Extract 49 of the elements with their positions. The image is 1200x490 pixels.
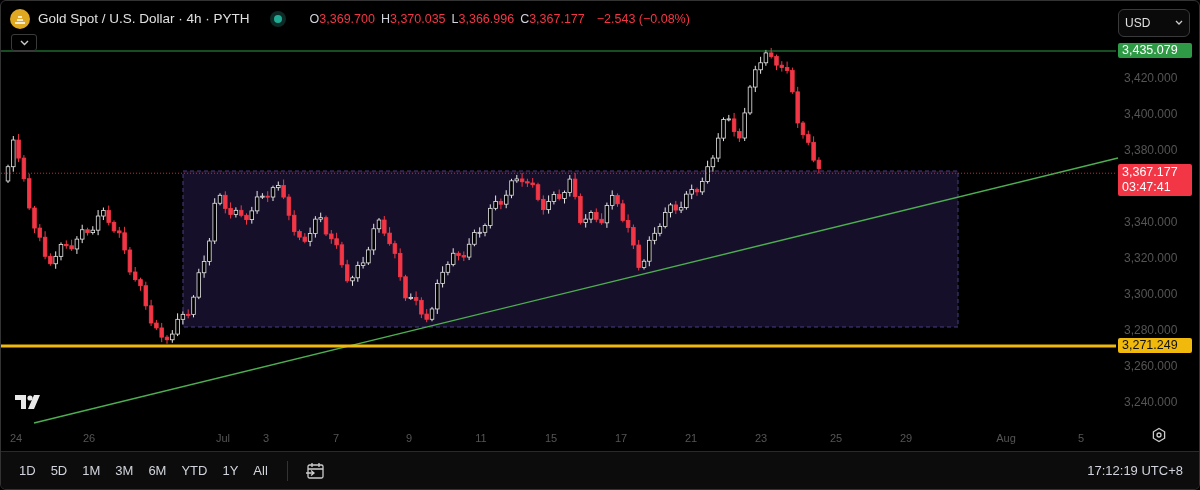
time-axis-label: 25 bbox=[829, 433, 843, 444]
settings-icon[interactable] bbox=[1151, 427, 1167, 443]
range-button[interactable]: 3M bbox=[113, 458, 136, 483]
range-button[interactable]: 1Y bbox=[220, 458, 241, 483]
time-axis-label: 29 bbox=[899, 433, 913, 444]
time-axis-label: 23 bbox=[754, 433, 768, 444]
last-price-label: 3,367.177 03:47:41 bbox=[1118, 164, 1192, 197]
ohlc-value: H3,370.035 bbox=[380, 10, 446, 28]
range-button[interactable]: YTD bbox=[179, 458, 210, 483]
time-axis-label: 9 bbox=[405, 433, 413, 444]
clock-time: 17:12:19 UTC+8 bbox=[1087, 461, 1183, 480]
ohlc-value: C3,367.177 bbox=[520, 10, 585, 28]
calendar-icon[interactable] bbox=[304, 461, 325, 480]
time-axis-label: 5 bbox=[1077, 433, 1085, 444]
collapse-button[interactable] bbox=[11, 34, 37, 51]
price-label: 3,435.079 bbox=[1118, 43, 1192, 58]
time-axis-label: 21 bbox=[684, 433, 698, 444]
time-axis-label: 17 bbox=[614, 433, 628, 444]
chevron-down-icon bbox=[19, 39, 29, 46]
range-button[interactable]: All bbox=[251, 458, 270, 483]
chevron-down-icon bbox=[1175, 20, 1183, 26]
time-axis-label: 3 bbox=[262, 433, 270, 444]
price-axis-label: 3,380.000 bbox=[1124, 144, 1178, 157]
time-axis-label: Jul bbox=[215, 433, 231, 444]
coin-icon bbox=[10, 9, 30, 29]
time-axis-label: 7 bbox=[332, 433, 340, 444]
range-button[interactable]: 5D bbox=[48, 458, 70, 483]
price-label: 3,271.249 bbox=[1118, 337, 1192, 353]
time-axis-label: 11 bbox=[475, 433, 487, 444]
price-axis-label: 3,300.000 bbox=[1124, 288, 1178, 301]
time-axis-label: 15 bbox=[544, 433, 558, 444]
price-axis-label: 3,240.000 bbox=[1124, 396, 1178, 409]
symbol-title: Gold Spot / U.S. Dollar · 4h · PYTH bbox=[38, 9, 250, 28]
ohlc-value: O3,369.700 bbox=[309, 10, 375, 28]
price-axis-label: 3,280.000 bbox=[1124, 324, 1178, 337]
price-axis-label: 3,320.000 bbox=[1124, 252, 1178, 265]
range-button[interactable]: 1D bbox=[17, 458, 38, 483]
price-axis-label: 3,260.000 bbox=[1124, 360, 1178, 373]
ohlc-value: L3,366.996 bbox=[451, 10, 515, 28]
price-axis-label: 3,400.000 bbox=[1124, 108, 1178, 121]
time-axis-label: 24 bbox=[9, 433, 23, 444]
time-axis-label: Aug bbox=[996, 433, 1016, 444]
price-change: −2.543 (−0.08%) bbox=[596, 10, 690, 28]
price-axis-label: 3,340.000 bbox=[1124, 216, 1178, 229]
price-axis-label: 3,420.000 bbox=[1124, 72, 1178, 85]
time-axis-label: 26 bbox=[82, 433, 96, 444]
range-button[interactable]: 6M bbox=[146, 458, 169, 483]
range-button[interactable]: 1M bbox=[80, 458, 103, 483]
currency-select[interactable]: USD bbox=[1118, 9, 1190, 37]
